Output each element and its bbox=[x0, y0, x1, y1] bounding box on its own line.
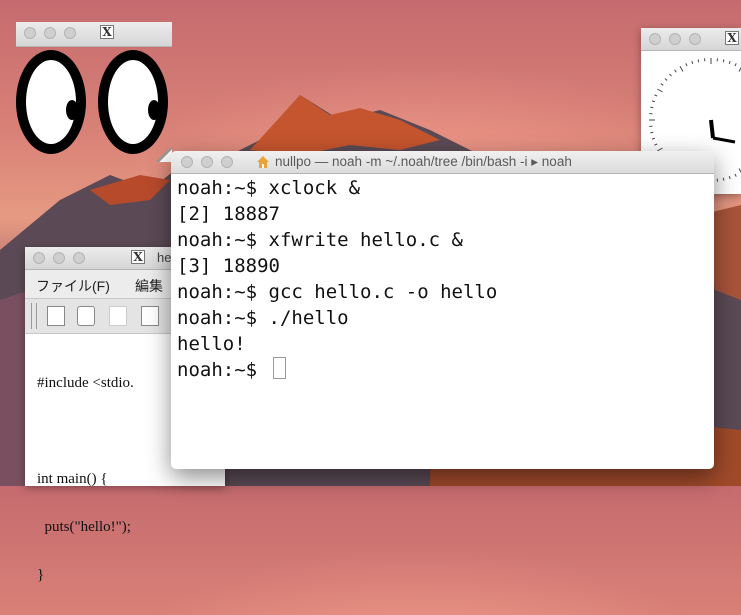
maximize-button[interactable] bbox=[221, 156, 233, 168]
terminal-line: noah:~$ gcc hello.c -o hello bbox=[177, 279, 714, 305]
clock-tick bbox=[698, 59, 699, 62]
clock-tick bbox=[652, 138, 655, 139]
print-icon[interactable] bbox=[77, 306, 95, 326]
terminal-line: [3] 18890 bbox=[177, 253, 714, 279]
paste-icon[interactable] bbox=[141, 306, 159, 326]
clock-tick bbox=[735, 174, 736, 177]
minimize-button[interactable] bbox=[44, 27, 56, 39]
close-button[interactable] bbox=[649, 33, 661, 45]
close-button[interactable] bbox=[24, 27, 36, 39]
clock-tick bbox=[650, 132, 653, 133]
new-file-icon[interactable] bbox=[47, 306, 65, 326]
terminal-line: noah:~$ ./hello bbox=[177, 305, 714, 331]
clock-tick bbox=[670, 74, 672, 76]
toolbar-grip[interactable] bbox=[31, 303, 37, 329]
clock-tick bbox=[654, 144, 657, 145]
clock-tick bbox=[723, 59, 724, 62]
xeyes-titlebar[interactable]: X bbox=[16, 22, 172, 47]
terminal-line: hello! bbox=[177, 331, 714, 357]
clock-tick bbox=[729, 176, 730, 179]
code-line: #include <stdio. bbox=[37, 375, 134, 391]
right-eye bbox=[98, 50, 168, 154]
minute-hand bbox=[713, 138, 735, 142]
clock-tick bbox=[657, 89, 662, 92]
maximize-button[interactable] bbox=[73, 252, 85, 264]
clock-tick bbox=[654, 95, 657, 96]
minimize-button[interactable] bbox=[201, 156, 213, 168]
close-button[interactable] bbox=[33, 252, 45, 264]
maximize-button[interactable] bbox=[64, 27, 76, 39]
code-line: int main() { bbox=[37, 471, 134, 487]
clock-tick bbox=[729, 61, 730, 64]
left-pupil bbox=[66, 100, 78, 120]
clock-tick bbox=[686, 63, 687, 66]
window-title: he bbox=[157, 250, 171, 265]
x-window-icon: X bbox=[725, 31, 739, 45]
disabled-icon[interactable] bbox=[109, 306, 127, 326]
xeyes-window[interactable]: X bbox=[16, 22, 172, 162]
terminal-output[interactable]: noah:~$ xclock & [2] 18887 noah:~$ xfwri… bbox=[177, 175, 714, 383]
terminal-window[interactable]: nullpo — noah -m ~/.noah/tree /bin/bash … bbox=[171, 151, 714, 469]
cursor bbox=[273, 357, 286, 379]
code-line: puts("hello!"); bbox=[37, 519, 134, 535]
terminal-title: nullpo — noah -m ~/.noah/tree /bin/bash … bbox=[275, 154, 572, 170]
left-eye bbox=[16, 50, 86, 154]
terminal-line: noah:~$ xfwrite hello.c & bbox=[177, 227, 714, 253]
clock-tick bbox=[661, 84, 663, 86]
clock-tick bbox=[652, 101, 655, 102]
hour-hand bbox=[711, 120, 713, 138]
editor-text[interactable]: #include <stdio. int main() { puts("hell… bbox=[37, 343, 134, 615]
terminal-titlebar[interactable]: nullpo — noah -m ~/.noah/tree /bin/bash … bbox=[171, 151, 714, 174]
menu-edit[interactable]: 編集 bbox=[135, 276, 163, 296]
terminal-prompt-line[interactable]: noah:~$ bbox=[177, 357, 714, 383]
resize-handle[interactable] bbox=[156, 146, 172, 162]
minimize-button[interactable] bbox=[53, 252, 65, 264]
close-button[interactable] bbox=[181, 156, 193, 168]
maximize-button[interactable] bbox=[689, 33, 701, 45]
clock-tick bbox=[735, 63, 736, 66]
clock-tick bbox=[680, 66, 683, 71]
clock-tick bbox=[650, 107, 653, 108]
prompt-text: noah:~$ bbox=[177, 359, 269, 381]
clock-tick bbox=[723, 178, 724, 181]
minimize-button[interactable] bbox=[669, 33, 681, 45]
x-window-icon: X bbox=[100, 25, 114, 39]
clock-tick bbox=[675, 70, 677, 72]
code-line: } bbox=[37, 567, 134, 583]
clock-tick bbox=[665, 79, 667, 81]
right-pupil bbox=[148, 100, 160, 120]
terminal-line: [2] 18887 bbox=[177, 201, 714, 227]
code-line bbox=[37, 423, 134, 439]
house-icon bbox=[256, 155, 270, 169]
menu-file[interactable]: ファイル(F) bbox=[36, 276, 110, 296]
terminal-line: noah:~$ xclock & bbox=[177, 175, 714, 201]
clock-tick bbox=[692, 61, 693, 64]
xclock-titlebar[interactable]: X bbox=[641, 28, 741, 51]
x-window-icon: X bbox=[131, 250, 145, 264]
